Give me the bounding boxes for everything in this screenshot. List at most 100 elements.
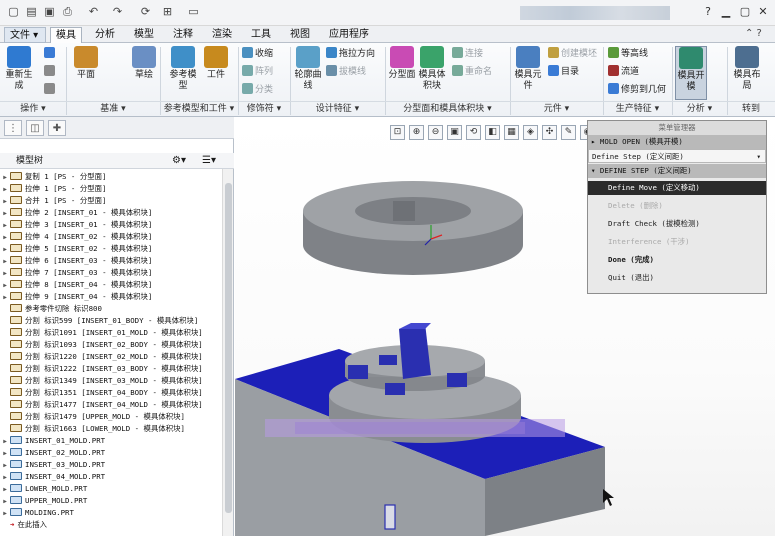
menu-item[interactable]: Define Step (定义间距) ▾ — [588, 149, 766, 163]
expand-icon[interactable]: ▶ — [0, 448, 10, 459]
tree-item[interactable]: 分割 标识1093 [INSERT_02_BODY - 模具体积块] — [0, 339, 222, 351]
expand-icon[interactable]: ▶ — [0, 436, 10, 447]
tree-item[interactable]: 分割 标识1222 [INSERT_03_BODY - 模具体积块] — [0, 363, 222, 375]
rename-button[interactable]: 重命名 — [452, 65, 492, 80]
layer-tab-icon[interactable]: ◫ — [26, 120, 44, 136]
expand-icon[interactable]: ▶ — [0, 472, 10, 483]
classify-button[interactable]: 分类 — [242, 83, 273, 98]
tree-item[interactable]: ▶ LOWER_MOLD.PRT — [0, 483, 222, 495]
parting-surface-button[interactable]: 分型面 — [386, 46, 418, 81]
tab-view[interactable]: 视图 — [285, 27, 315, 43]
expand-icon[interactable]: ▶ — [0, 256, 10, 267]
tree-item[interactable]: ▶ INSERT_04_MOLD.PRT — [0, 471, 222, 483]
tab-mold[interactable]: 模具 — [50, 27, 82, 43]
silhouette-curve-button[interactable]: 轮廓曲线 — [292, 46, 324, 92]
expand-icon[interactable]: ▶ — [0, 244, 10, 255]
tree-item[interactable]: 分割 标识1351 [INSERT_04_BODY - 模具体积块] — [0, 387, 222, 399]
group-modifiers[interactable]: 修饰符 ▾ — [238, 101, 290, 116]
group-reference-model-workpiece[interactable]: 参考模型和工件 ▾ — [160, 101, 238, 116]
maximize-icon[interactable]: ▢ — [737, 4, 753, 20]
tree-settings-icon[interactable]: ⚙▾ — [172, 153, 186, 169]
sketch-button[interactable]: 草绘 — [128, 46, 160, 81]
copy-tool[interactable] — [44, 65, 57, 80]
tree-item[interactable]: ▶ INSERT_01_MOLD.PRT — [0, 435, 222, 447]
ribbon-options-icon[interactable]: ⌃ ? — [745, 28, 762, 39]
open-file-icon[interactable]: ▤ — [24, 5, 39, 19]
tree-item[interactable]: 分割 标识1477 [INSERT_04_MOLD - 模具体积块] — [0, 399, 222, 411]
tree-item[interactable]: 分割 标识1663 [LOWER_MOLD - 模具体积块] — [0, 423, 222, 435]
insert-here-item[interactable]: ➜ 在此插入 — [0, 519, 222, 531]
menu-item[interactable]: Quit (退出) — [588, 271, 766, 285]
pattern-button[interactable]: 阵列 — [242, 65, 273, 80]
group-datum[interactable]: 基准 ▾ — [66, 101, 160, 116]
favorites-tab-icon[interactable]: ✚ — [48, 120, 66, 136]
connect-button[interactable]: 连接 — [452, 47, 483, 62]
redo-icon[interactable]: ↷ — [110, 5, 125, 19]
group-components[interactable]: 元件 ▾ — [510, 101, 603, 116]
expand-icon[interactable]: ▶ — [0, 220, 10, 231]
tree-item[interactable]: 分割 标识1349 [INSERT_03_MOLD - 模具体积块] — [0, 375, 222, 387]
expand-icon[interactable]: ▶ — [0, 196, 10, 207]
tree-item[interactable]: ▶ 复制 1 [PS - 分型面] — [0, 171, 222, 183]
catalog-button[interactable]: 目录 — [548, 65, 579, 80]
tree-item[interactable]: 分割 标识1220 [INSERT_02_MOLD - 模具体积块] — [0, 351, 222, 363]
tab-render[interactable]: 渲染 — [207, 27, 237, 43]
tree-item[interactable]: 分割 标识1479 [UPPER_MOLD - 模具体积块] — [0, 411, 222, 423]
tree-item[interactable]: ▶ INSERT_03_MOLD.PRT — [0, 459, 222, 471]
print-icon[interactable]: ⎙ — [60, 5, 75, 19]
tree-scrollbar-thumb[interactable] — [225, 183, 232, 513]
regenerate-icon[interactable]: ⟳ — [138, 5, 153, 19]
expand-icon[interactable]: ▶ — [0, 292, 10, 303]
tab-analysis[interactable]: 分析 — [90, 27, 120, 43]
undo-icon[interactable]: ↶ — [86, 5, 101, 19]
expand-icon[interactable]: ▶ — [0, 460, 10, 471]
tree-item[interactable]: 分割 标识1091 [INSERT_01_MOLD - 模具体积块] — [0, 327, 222, 339]
reference-model-button[interactable]: 参考模型 — [167, 46, 199, 92]
mold-component-button[interactable]: 模具元件 — [512, 46, 544, 92]
menu-item[interactable]: Define Move (定义移动) — [588, 181, 766, 195]
tree-item[interactable]: ▶ 拉伸 2 [INSERT_01 - 模具体积块] — [0, 207, 222, 219]
expand-icon[interactable]: ▶ — [0, 484, 10, 495]
minimize-icon[interactable]: ▁ — [718, 4, 734, 20]
tree-item[interactable]: ▶ 拉伸 7 [INSERT_03 - 模具体积块] — [0, 267, 222, 279]
expand-icon[interactable]: ▶ — [0, 268, 10, 279]
tree-scrollbar[interactable] — [222, 169, 233, 536]
tree-item[interactable]: ▶ 合并 1 [PS - 分型面] — [0, 195, 222, 207]
contour-button[interactable]: 等高线 — [608, 47, 648, 62]
mold-layout-button[interactable]: 模具布局 — [731, 46, 763, 92]
group-production-features[interactable]: 生产特征 ▾ — [603, 101, 672, 116]
expand-icon[interactable]: ▶ — [0, 184, 10, 195]
tab-annotate[interactable]: 注释 — [168, 27, 198, 43]
mold-opening-button[interactable]: 模具开模 — [675, 46, 707, 100]
expand-icon[interactable]: ▶ — [0, 208, 10, 219]
tree-item[interactable]: ▶ 拉伸 9 [INSERT_04 - 模具体积块] — [0, 291, 222, 303]
windows-icon[interactable]: ⊞ — [160, 5, 175, 19]
help-icon[interactable]: ? — [700, 4, 716, 20]
mold-volume-button[interactable]: 模具体积块 — [416, 46, 448, 92]
menu-item[interactable]: Draft Check (拔模检测) — [588, 217, 766, 231]
expand-icon[interactable]: ▶ — [0, 172, 10, 183]
model-tree-tab-icon[interactable]: ⋮ — [4, 120, 22, 136]
tree-item[interactable]: ▶ 拉伸 8 [INSERT_04 - 模具体积块] — [0, 279, 222, 291]
draft-direction-button[interactable]: 拖拉方向 — [326, 47, 375, 62]
tab-tools[interactable]: 工具 — [246, 27, 276, 43]
plane-button[interactable]: 平面 — [70, 46, 102, 81]
expand-icon[interactable]: ▶ — [0, 508, 10, 519]
menu-section-header[interactable]: ▸ MOLD OPEN (模具开模) — [588, 135, 766, 149]
close-icon[interactable]: ✕ — [755, 4, 771, 20]
expand-icon[interactable]: ▶ — [0, 496, 10, 507]
shrinkage-button[interactable]: 收缩 — [242, 47, 273, 62]
tab-applications[interactable]: 应用程序 — [324, 27, 374, 43]
expand-icon[interactable]: ▶ — [0, 232, 10, 243]
group-go-to[interactable]: 转到 — [727, 101, 775, 116]
tree-item[interactable]: ▶ 拉伸 3 [INSERT_01 - 模具体积块] — [0, 219, 222, 231]
group-design-features[interactable]: 设计特征 ▾ — [290, 101, 385, 116]
tree-item[interactable]: ▶ 拉伸 1 [PS - 分型面] — [0, 183, 222, 195]
delete-tool[interactable] — [44, 83, 57, 98]
tree-filter-icon[interactable]: ☰▾ — [202, 153, 216, 169]
menu-item[interactable]: Done (完成) — [588, 253, 766, 267]
runner-button[interactable]: 流道 — [608, 65, 639, 80]
trim-to-geometry-button[interactable]: 修剪到几何 — [608, 83, 666, 98]
tab-model[interactable]: 模型 — [129, 27, 159, 43]
folder-icon[interactable]: ▭ — [186, 5, 201, 19]
